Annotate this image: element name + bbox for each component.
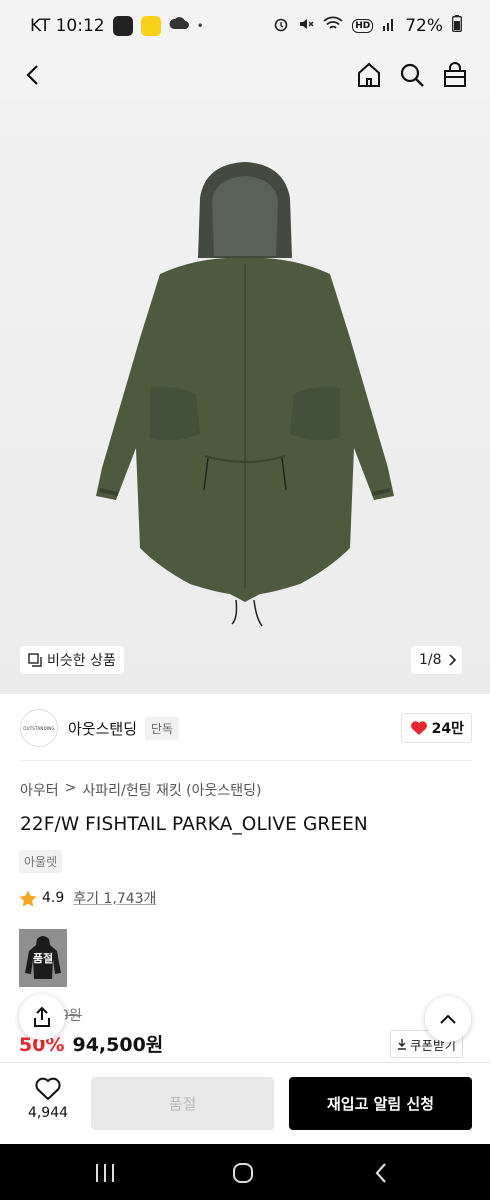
heart-icon (410, 721, 427, 735)
scroll-top-button[interactable] (425, 996, 471, 1042)
share-button[interactable] (19, 994, 65, 1040)
divider (20, 760, 472, 761)
breadcrumb-subcategory[interactable]: 사파리/헌팅 재킷 (아웃스탠딩) (82, 780, 261, 800)
weather-app-icon (169, 15, 189, 38)
exclusive-tag: 단독 (145, 716, 180, 740)
brand-logo[interactable]: OUTSTANDING (20, 709, 58, 747)
wishlist-button[interactable]: 4,944 (18, 1077, 78, 1131)
product-image-gallery[interactable]: 비슷한 상품 1/8 (0, 98, 490, 694)
brand-row: OUTSTANDING 아웃스탠딩 단독 24만 (20, 706, 472, 750)
bottom-action-bar: 4,944 품절 재입고 알림 신청 (0, 1062, 490, 1144)
heart-outline-icon (35, 1077, 61, 1101)
similar-items-icon (28, 653, 42, 667)
sale-price: 94,500원 (72, 1034, 164, 1056)
system-back-icon (375, 1163, 386, 1183)
alarm-icon (273, 16, 289, 37)
cart-button[interactable] (438, 58, 472, 92)
home-system-button[interactable] (228, 1158, 258, 1188)
notification-dot: • (196, 19, 204, 33)
outlet-tag: 아울렛 (19, 850, 63, 873)
brand-logo-text: OUTSTANDING (23, 725, 55, 731)
product-title: 22F/W FISHTAIL PARKA_OLIVE GREEN (20, 814, 368, 835)
thumbnail-soldout-label: 품절 (32, 952, 54, 965)
chevron-right-icon (448, 654, 456, 666)
status-right: HD 72% (273, 15, 462, 37)
status-left: KT 10:12 • (30, 15, 204, 38)
brand-name[interactable]: 아웃스탠딩 (68, 718, 137, 739)
image-counter-text: 1/8 (419, 652, 442, 668)
similar-products-label: 비슷한 상품 (47, 653, 116, 669)
shopping-bag-icon (444, 62, 466, 87)
restock-alert-button[interactable]: 재입고 알림 신청 (289, 1077, 472, 1130)
status-bar: KT 10:12 • HD 72% (0, 0, 490, 52)
review-count-link[interactable]: 후기 1,743개 (73, 888, 156, 908)
home-circle-icon (233, 1163, 253, 1183)
breadcrumb: 아우터 > 사파리/헌팅 재킷 (아웃스탠딩) (20, 780, 261, 800)
system-nav-bar (0, 1144, 490, 1200)
battery-text: 72% (405, 16, 443, 36)
search-button[interactable] (395, 58, 429, 92)
option-thumbnail[interactable]: 품절 (19, 929, 67, 987)
home-button[interactable] (352, 58, 386, 92)
news-app-icon (112, 16, 133, 36)
battery-icon (452, 15, 462, 37)
image-counter[interactable]: 1/8 (411, 646, 462, 674)
mute-icon (298, 16, 314, 37)
recent-apps-icon (96, 1164, 114, 1182)
similar-products-button[interactable]: 비슷한 상품 (20, 646, 124, 674)
wifi-icon (323, 16, 343, 37)
home-icon (358, 62, 380, 87)
download-icon (398, 1039, 406, 1050)
share-icon (34, 1006, 50, 1027)
star-icon (19, 890, 37, 906)
system-back-button[interactable] (366, 1158, 396, 1188)
recent-apps-button[interactable] (90, 1158, 120, 1188)
wishlist-count: 4,944 (27, 1105, 69, 1121)
search-icon (400, 63, 424, 87)
chat-app-icon (140, 16, 161, 36)
rating-row: 4.9 후기 1,743개 (19, 888, 156, 908)
hd-icon: HD (352, 19, 374, 33)
chevron-up-icon (440, 1014, 456, 1024)
carrier-time: KT 10:12 (30, 16, 105, 36)
breadcrumb-category[interactable]: 아우터 (20, 780, 59, 800)
brand-likes-count: 24만 (431, 721, 464, 737)
soldout-button: 품절 (91, 1077, 274, 1130)
signal-icon (382, 16, 396, 37)
parka-product-photo (96, 162, 394, 627)
rating-value: 4.9 (42, 890, 65, 906)
back-button[interactable] (16, 58, 50, 92)
brand-like-button[interactable]: 24만 (400, 713, 472, 743)
top-nav (0, 52, 490, 98)
back-arrow-icon (26, 65, 38, 85)
breadcrumb-separator: > (64, 780, 77, 796)
